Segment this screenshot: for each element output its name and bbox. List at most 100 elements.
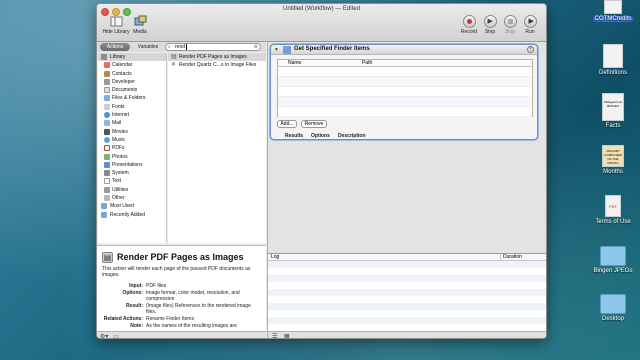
result-label: Render PDF Pages as Images	[179, 54, 247, 60]
action-get-specified-finder-items[interactable]: ▼ Get Specified Finder Items × Name Path…	[270, 44, 538, 140]
media-label: Media	[133, 29, 147, 35]
library-root[interactable]: Library	[98, 53, 166, 62]
pdfs-icon	[104, 145, 110, 152]
library-icon	[110, 16, 122, 27]
log-list-icon[interactable]: ☰	[272, 333, 277, 338]
column-path[interactable]: Path	[362, 60, 372, 67]
desktop-icon-label: Terms of Use	[595, 219, 631, 225]
options-label: Options:	[122, 290, 143, 296]
category-utilities[interactable]: Utilities	[98, 186, 166, 194]
category-pdfs[interactable]: PDFs	[98, 144, 166, 152]
step-button[interactable]: ▶ Step	[481, 15, 499, 35]
description-text: This action will render each page of the…	[102, 266, 251, 278]
column-duration[interactable]: Duration	[500, 254, 522, 261]
action-results-list: ▤ Render PDF Pages as Images ✕ Render Quar…	[168, 53, 266, 243]
tab-description[interactable]: Description	[338, 132, 366, 140]
tab-options[interactable]: Options	[311, 132, 330, 140]
category-documents[interactable]: Documents	[98, 86, 166, 94]
finder-items-table[interactable]: Name Path	[277, 59, 533, 117]
add-button[interactable]: Add...	[277, 120, 297, 128]
log-footer: ☰ ▦	[267, 331, 546, 338]
category-other[interactable]: Other	[98, 194, 166, 202]
action-title: Get Specified Finder Items	[294, 46, 370, 52]
desktop-icon-definitions[interactable]: Definitions	[590, 44, 636, 76]
finder-icon	[104, 95, 110, 102]
gear-icon[interactable]: ⚙▾	[100, 333, 108, 338]
category-presentations[interactable]: Presentations	[98, 161, 166, 169]
category-music[interactable]: Music	[98, 136, 166, 144]
utilities-icon	[104, 186, 110, 193]
column-name[interactable]: Name	[288, 60, 301, 67]
close-icon[interactable]: ×	[527, 46, 534, 53]
table-row	[278, 107, 532, 117]
smart-folder-icon	[101, 203, 107, 210]
library-root-label: Library	[110, 54, 126, 60]
table-header: Name Path	[278, 60, 532, 67]
stop-label: Stop	[504, 29, 516, 35]
bingen-thumbnail: Hildegard von BINGEN	[602, 93, 624, 121]
result-render-pdf-pages[interactable]: ▤ Render PDF Pages as Images	[168, 53, 266, 62]
hide-library-label: Hide Library	[102, 29, 130, 35]
category-files-folders[interactable]: Files & Folders	[98, 94, 166, 102]
desktop-icon-months[interactable]: JANUARY COMPOSER OF THE MONTH Months	[590, 145, 636, 175]
tab-variables[interactable]: Variables	[133, 43, 163, 51]
tools-action-icon: ✕	[171, 62, 177, 69]
log-header: Log Duration	[268, 254, 546, 261]
developer-icon	[104, 78, 110, 85]
column-log[interactable]: Log	[271, 254, 279, 261]
description-toggle-icon[interactable]: ▭	[113, 333, 119, 338]
clear-search-icon[interactable]: ⊗	[254, 44, 258, 50]
search-value: rend	[175, 44, 186, 50]
category-movies[interactable]: Movies	[98, 128, 166, 136]
desktop-icon-cotmcredits[interactable]: COTMCredits	[590, 0, 636, 22]
pdf-icon: PDF	[605, 195, 621, 217]
desktop-icon-desktop[interactable]: Desktop	[590, 294, 636, 322]
category-mail[interactable]: Mail	[98, 119, 166, 127]
run-label: Run	[525, 29, 535, 35]
desktop-icon-terms-of-use[interactable]: PDF Terms of Use	[590, 195, 636, 225]
category-system[interactable]: System	[98, 169, 166, 177]
category-contacts[interactable]: Contacts	[98, 70, 166, 78]
result-render-quartz[interactable]: ✕ Render Quartz C...s to Image Files	[168, 61, 266, 69]
tab-results[interactable]: Results	[285, 132, 303, 140]
category-photos[interactable]: Photos	[98, 153, 166, 161]
stop-button[interactable]: Stop	[501, 15, 519, 35]
group-label: Recently Added	[110, 211, 146, 218]
category-label: Music	[112, 136, 126, 143]
window-title: Untitled (Workflow) — Edited	[283, 6, 360, 12]
folder-icon	[600, 294, 626, 314]
library-footer: ⚙▾ ▭	[97, 331, 266, 338]
group-label: Most Used	[110, 203, 134, 210]
category-list: Library Calendar Contacts Developer Docu…	[98, 53, 167, 243]
record-button[interactable]: Record	[459, 15, 479, 35]
desktop-icon-label: COTMCredits	[592, 16, 634, 22]
log-row	[268, 275, 546, 282]
table-row	[278, 87, 532, 97]
category-internet[interactable]: Internet	[98, 111, 166, 119]
search-input[interactable]: ⌕ rend ⊗	[165, 43, 261, 51]
run-button[interactable]: ▶ Run	[521, 15, 539, 35]
disclosure-triangle-icon[interactable]: ▼	[274, 47, 279, 53]
media-button[interactable]: Media	[131, 15, 149, 35]
pdf-action-icon: ▤	[171, 54, 177, 60]
tab-actions[interactable]: Actions	[100, 43, 130, 51]
text-icon	[104, 178, 110, 185]
hide-library-button[interactable]: Hide Library	[99, 15, 133, 35]
title-bar: Untitled (Workflow) — Edited Hide Librar…	[97, 4, 546, 42]
variables-icon[interactable]: ▦	[284, 333, 290, 338]
step-label: Step	[484, 29, 496, 35]
desktop-icon-facts[interactable]: Hildegard von BINGEN Facts	[590, 93, 636, 129]
category-developer[interactable]: Developer	[98, 78, 166, 86]
remove-button[interactable]: Remove	[301, 120, 327, 128]
group-most-used[interactable]: Most Used	[98, 202, 166, 210]
finder-icon	[283, 46, 291, 54]
search-icon: ⌕	[168, 44, 171, 50]
category-fonts[interactable]: Fonts	[98, 103, 166, 111]
desktop-icon-label: Bingen JPEGs	[593, 268, 633, 274]
desktop-icon-bingen-jpegs[interactable]: Bingen JPEGs	[590, 246, 636, 274]
category-text[interactable]: Text	[98, 177, 166, 185]
description-title: Render PDF Pages as Images	[117, 252, 244, 262]
category-calendar[interactable]: Calendar	[98, 61, 166, 69]
table-row	[278, 67, 532, 77]
group-recently-added[interactable]: Recently Added	[98, 211, 166, 219]
